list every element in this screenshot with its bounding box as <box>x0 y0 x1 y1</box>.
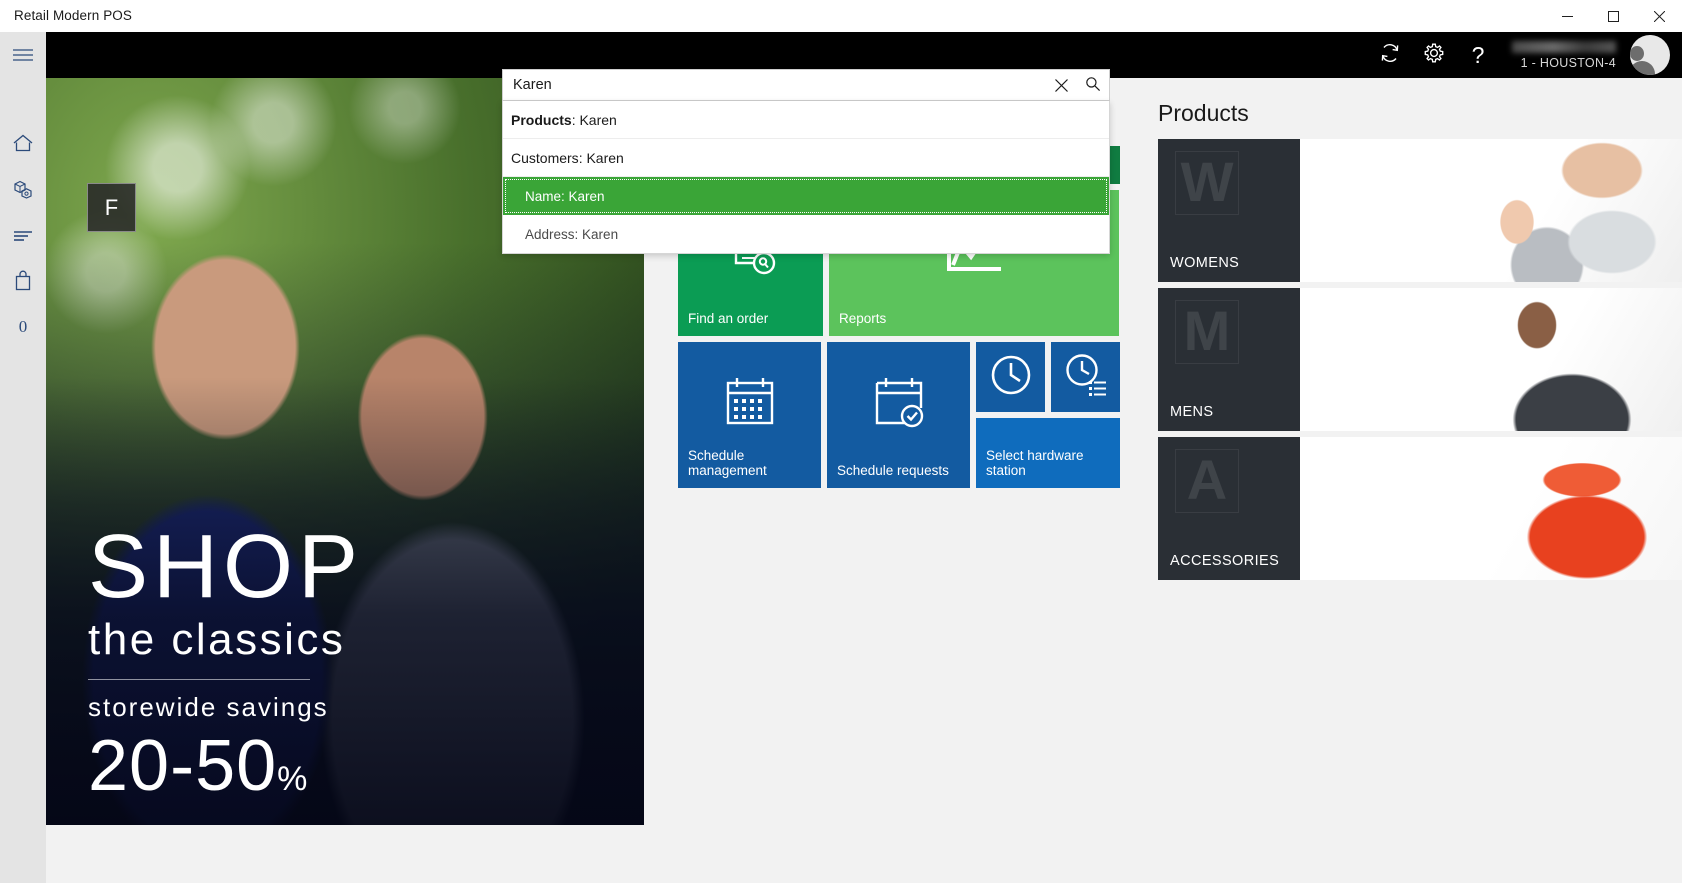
station-info[interactable]: 1 - HOUSTON-4 <box>1512 32 1616 78</box>
maximize-button[interactable] <box>1590 0 1636 32</box>
banner-discount-unit: % <box>277 760 309 798</box>
search-suggestions-dropdown: Products: Karen Customers: Karen Name: K… <box>502 101 1110 254</box>
station-name-label: 1 - HOUSTON-4 <box>1520 55 1616 70</box>
banner-offer-text: storewide savings <box>88 692 329 722</box>
tile-column-right: Select hardware station <box>976 342 1120 488</box>
calendar-icon <box>678 342 821 462</box>
tile-schedule-management[interactable]: Schedule management <box>678 342 821 488</box>
banner-divider <box>88 679 310 680</box>
product-letter-womens: W <box>1175 151 1239 215</box>
product-letter-accessories: A <box>1175 449 1239 513</box>
settings-button[interactable] <box>1412 32 1456 78</box>
global-search: Products: Karen Customers: Karen Name: K… <box>502 69 1110 254</box>
avatar-body-icon <box>1630 61 1655 75</box>
cart-item-count[interactable]: 0 <box>0 304 46 350</box>
banner-badge: F <box>87 183 136 232</box>
help-button[interactable]: ? <box>1456 32 1500 78</box>
suggestion-name-group: Name <box>525 188 562 204</box>
left-nav-rail: 0 <box>0 32 46 883</box>
product-name-mens: MENS <box>1170 404 1214 420</box>
suggestion-customers[interactable]: Customers: Karen <box>503 139 1109 177</box>
products-boxes-icon <box>11 178 35 200</box>
clear-search-button[interactable] <box>1045 70 1077 100</box>
suggestion-customers-group: Customers <box>511 149 579 166</box>
banner-subheadline: the classics <box>88 615 346 664</box>
window-controls <box>1544 0 1682 32</box>
product-letter-mens: M <box>1175 300 1239 364</box>
search-submit-button[interactable] <box>1077 70 1109 100</box>
tile-time-clock[interactable] <box>976 342 1045 412</box>
suggestion-address-group: Address <box>525 226 575 242</box>
suggestion-products[interactable]: Products: Karen <box>503 101 1109 139</box>
list-lines-icon <box>12 228 34 242</box>
tile-select-hardware-station[interactable]: Select hardware station <box>976 418 1120 488</box>
calendar-check-icon <box>827 342 970 462</box>
product-category-row-accessories[interactable]: A ACCESSORIES <box>1158 437 1682 580</box>
hamburger-menu-button[interactable] <box>0 32 46 78</box>
tile-select-hardware-station-label: Select hardware station <box>976 448 1120 488</box>
suggestion-products-text: Karen <box>579 111 617 128</box>
product-name-womens: WOMENS <box>1170 255 1240 271</box>
top-bar-actions: ? 1 - HOUSTON-4 <box>1368 32 1682 78</box>
clock-list-icon <box>1063 352 1109 403</box>
question-mark-icon: ? <box>1471 41 1485 68</box>
minimize-button[interactable] <box>1544 0 1590 32</box>
magnifier-icon <box>1085 76 1101 95</box>
products-panel: Products W WOMENS M MENS A ACCESSORIES <box>1150 78 1682 883</box>
sidebar-item-cart[interactable] <box>0 258 46 304</box>
tile-time-clock-entries[interactable] <box>1051 342 1120 412</box>
product-image-accessories <box>1300 437 1682 580</box>
product-category-card-womens[interactable]: W WOMENS <box>1158 139 1300 282</box>
suggestion-name[interactable]: Name: Karen <box>503 177 1109 215</box>
tile-select-hardware-line1: Select hardware <box>986 447 1084 463</box>
tile-find-an-order-label: Find an order <box>688 311 769 327</box>
tile-reports-label: Reports <box>839 311 887 327</box>
banner-headline: SHOP <box>88 516 364 617</box>
sidebar-item-products[interactable] <box>0 166 46 212</box>
products-panel-title: Products <box>1158 100 1249 126</box>
app-root: 0 ? 1 - HOUSTON-4 Karen Products: Karen… <box>0 32 1682 883</box>
window-title: Retail Modern POS <box>14 8 132 23</box>
user-name-redacted <box>1512 40 1616 53</box>
product-category-row-womens[interactable]: W WOMENS <box>1158 139 1682 282</box>
clock-tile-row <box>976 342 1120 412</box>
product-category-card-mens[interactable]: M MENS <box>1158 288 1300 431</box>
product-category-card-accessories[interactable]: A ACCESSORIES <box>1158 437 1300 580</box>
tile-schedule-requests[interactable]: Schedule requests <box>827 342 970 488</box>
product-category-row-mens[interactable]: M MENS <box>1158 288 1682 431</box>
sidebar-item-transactions[interactable] <box>0 212 46 258</box>
sync-button[interactable] <box>1368 32 1412 78</box>
tile-schedule-requests-label: Schedule requests <box>837 463 949 479</box>
banner-discount-value: 20-50 <box>88 726 278 806</box>
shopping-bag-icon <box>13 270 33 292</box>
tile-row-3: Schedule management Schedule requests Se… <box>678 342 1120 488</box>
clock-icon <box>988 352 1034 403</box>
search-box[interactable] <box>502 69 1110 101</box>
banner-discount: 20-50% <box>88 725 588 807</box>
suggestion-name-text: Karen <box>568 188 605 204</box>
close-button[interactable] <box>1636 0 1682 32</box>
hamburger-icon <box>12 48 34 62</box>
gear-icon <box>1423 42 1445 69</box>
sidebar-item-home[interactable] <box>0 120 46 166</box>
tile-select-hardware-line2: station <box>986 463 1026 479</box>
cart-count-label: 0 <box>18 317 28 336</box>
home-icon <box>12 133 34 153</box>
avatar-head-icon <box>1630 46 1644 61</box>
search-input[interactable] <box>503 70 1045 100</box>
suggestion-customers-text: Karen <box>586 149 624 166</box>
avatar[interactable] <box>1630 35 1670 75</box>
banner-copy: SHOP the classics storewide savings 20-5… <box>88 516 588 807</box>
product-image-mens <box>1300 288 1682 431</box>
window-titlebar: Retail Modern POS <box>0 0 1682 32</box>
suggestion-address-text: Karen <box>582 226 619 242</box>
product-image-womens <box>1300 139 1682 282</box>
product-name-accessories: ACCESSORIES <box>1170 553 1280 569</box>
tile-schedule-management-line2: management <box>688 463 767 479</box>
suggestion-products-group: Products <box>511 111 572 128</box>
sync-refresh-icon <box>1379 42 1401 69</box>
suggestion-address[interactable]: Address: Karen <box>503 215 1109 253</box>
